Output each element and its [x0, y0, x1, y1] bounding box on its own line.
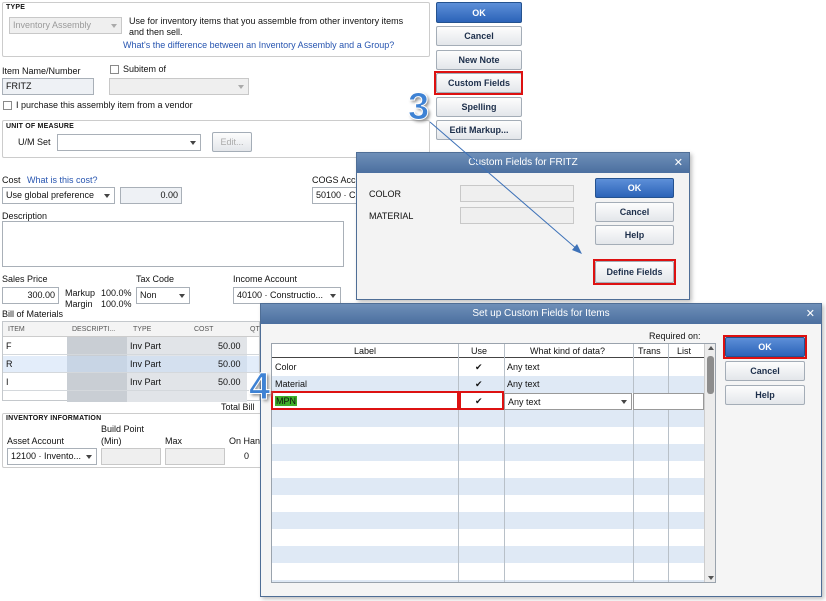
field-label-cell[interactable]: Material — [272, 376, 458, 393]
setup-help-button[interactable]: Help — [725, 385, 805, 405]
scrollbar[interactable] — [704, 344, 715, 582]
table-row[interactable]: MPN ✔ Any text — [272, 393, 704, 410]
setup-cancel-button[interactable]: Cancel — [725, 361, 805, 381]
header-label: Label — [354, 346, 377, 356]
setup-custom-fields-dialog: Set up Custom Fields for Items ✕ Require… — [260, 303, 822, 597]
required-cell[interactable] — [633, 393, 704, 410]
custom-fields-grid: Label Use What kind of data? Trans List … — [271, 343, 716, 583]
data-kind-cell[interactable]: Any text — [504, 359, 632, 376]
use-check-icon[interactable]: ✔ — [472, 393, 492, 410]
use-check-icon[interactable]: ✔ — [472, 376, 492, 393]
close-icon[interactable]: ✕ — [806, 304, 815, 324]
use-check-icon[interactable]: ✔ — [472, 359, 492, 376]
header-kind: What kind of data? — [530, 346, 606, 356]
step-four-marker: 4 — [248, 366, 271, 409]
scroll-down-icon[interactable] — [708, 576, 714, 580]
required-on-label: Required on: — [649, 331, 701, 341]
scroll-up-icon[interactable] — [708, 346, 714, 350]
data-kind-select[interactable]: Any text — [504, 393, 632, 410]
field-label-cell[interactable]: MPN — [272, 393, 458, 410]
data-kind-cell[interactable]: Any text — [504, 376, 632, 393]
scroll-thumb[interactable] — [707, 356, 714, 394]
setup-dialog-title: Set up Custom Fields for Items — [472, 308, 610, 319]
mpn-selected-text: MPN — [275, 396, 297, 406]
table-row[interactable]: Color ✔ Any text — [272, 359, 704, 376]
table-row[interactable]: Material ✔ Any text — [272, 376, 704, 393]
header-trans: Trans — [638, 346, 661, 356]
header-list: List — [677, 346, 692, 356]
setup-ok-button[interactable]: OK — [725, 337, 805, 357]
header-use: Use — [471, 346, 488, 356]
field-label-cell[interactable]: Color — [272, 359, 458, 376]
